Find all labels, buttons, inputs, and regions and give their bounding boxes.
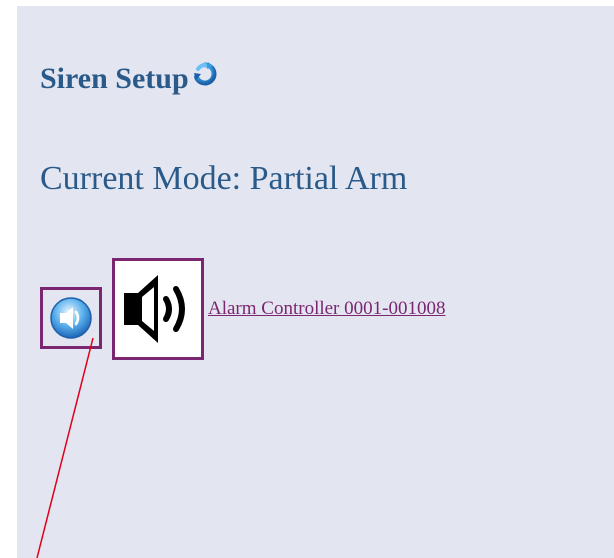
refresh-icon[interactable] bbox=[193, 62, 217, 88]
alarm-controller-link[interactable]: Alarm Controller 0001-001008 bbox=[208, 298, 445, 320]
speaker-button-icon[interactable] bbox=[40, 287, 102, 349]
page-title: Siren Setup bbox=[40, 62, 189, 95]
title-row: Siren Setup bbox=[40, 62, 217, 95]
siren-row: Alarm Controller 0001-001008 bbox=[40, 258, 445, 360]
speaker-sound-icon bbox=[112, 258, 204, 360]
screenshot-stage: Siren Setup Current Mode: Partial Arm Al… bbox=[0, 0, 614, 558]
current-mode-text: Current Mode: Partial Arm bbox=[40, 160, 408, 197]
